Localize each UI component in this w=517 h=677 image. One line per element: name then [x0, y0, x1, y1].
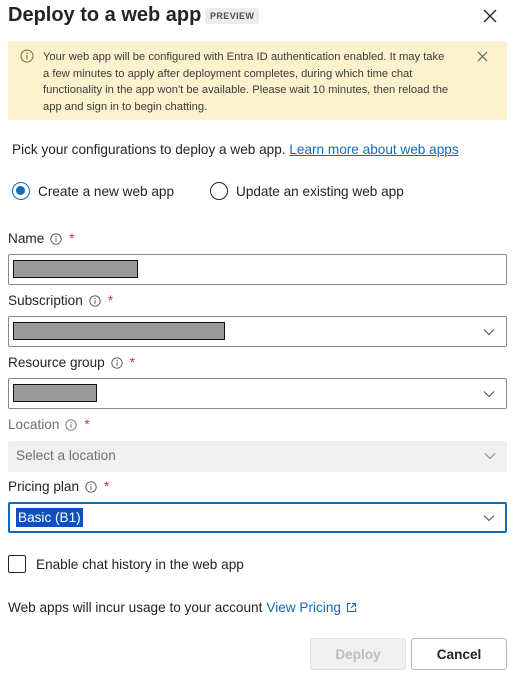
info-icon	[20, 49, 34, 63]
redacted-value	[13, 384, 97, 402]
required-asterisk: *	[84, 417, 90, 432]
location-label: Location *	[8, 417, 90, 432]
preview-badge: PREVIEW	[205, 8, 260, 24]
chevron-down-icon	[483, 329, 495, 336]
view-pricing-label: View Pricing	[266, 600, 341, 615]
location-label-text: Location	[8, 417, 60, 432]
name-label-text: Name	[8, 231, 45, 246]
info-icon[interactable]	[50, 232, 62, 245]
redacted-value	[13, 322, 225, 340]
banner-message: Your web app will be configured with Ent…	[43, 51, 449, 113]
dismiss-banner-button[interactable]	[473, 47, 491, 65]
redacted-value	[13, 260, 138, 278]
cancel-button[interactable]: Cancel	[411, 638, 507, 670]
location-dropdown: Select a location	[8, 441, 507, 472]
info-icon[interactable]	[111, 356, 123, 369]
radio-create-new-web-app[interactable]: Create a new web app	[12, 181, 174, 201]
warning-banner: Your web app will be configured with Ent…	[8, 41, 507, 120]
resource-group-label-text: Resource group	[8, 355, 105, 370]
close-button[interactable]	[478, 4, 502, 28]
required-asterisk: *	[104, 479, 110, 494]
view-pricing-link[interactable]: View Pricing	[266, 600, 357, 615]
subscription-label-text: Subscription	[8, 293, 83, 308]
intro-message: Pick your configurations to deploy a web…	[12, 142, 286, 157]
info-icon[interactable]	[85, 480, 97, 493]
chevron-down-icon	[483, 391, 495, 398]
pricing-plan-dropdown[interactable]: Basic (B1)	[8, 502, 507, 533]
learn-more-link[interactable]: Learn more about web apps	[289, 142, 458, 157]
location-placeholder: Select a location	[16, 448, 116, 463]
subscription-label: Subscription *	[8, 293, 113, 308]
deploy-button[interactable]: Deploy	[310, 638, 406, 670]
radio-label: Create a new web app	[38, 183, 175, 199]
required-asterisk: *	[107, 293, 114, 308]
close-icon	[477, 51, 487, 61]
chat-history-label: Enable chat history in the web app	[36, 556, 244, 572]
resource-group-dropdown[interactable]	[8, 378, 507, 409]
radio-update-existing-web-app[interactable]: Update an existing web app	[210, 181, 404, 201]
chevron-down-icon	[483, 515, 495, 522]
pricing-plan-label-text: Pricing plan	[8, 479, 80, 494]
info-icon[interactable]	[89, 294, 101, 307]
radio-unselected-indicator	[210, 182, 228, 200]
usage-note: Web apps will incur usage to your accoun…	[8, 600, 357, 615]
radio-selected-indicator	[12, 182, 30, 200]
required-asterisk: *	[129, 355, 136, 370]
radio-label: Update an existing web app	[236, 183, 404, 199]
subscription-dropdown[interactable]	[8, 316, 507, 347]
name-input[interactable]	[8, 254, 507, 285]
chat-history-checkbox[interactable]: Enable chat history in the web app	[8, 555, 244, 573]
pricing-plan-label: Pricing plan *	[8, 479, 109, 494]
checkbox-box	[8, 555, 26, 573]
external-link-icon	[346, 603, 356, 612]
resource-group-label: Resource group *	[8, 355, 135, 370]
intro-text: Pick your configurations to deploy a web…	[12, 142, 459, 157]
dialog-title: Deploy to a web app	[8, 4, 202, 26]
pricing-plan-value: Basic (B1)	[16, 508, 83, 527]
name-label: Name *	[8, 231, 75, 246]
info-icon[interactable]	[65, 418, 78, 431]
chevron-down-icon	[484, 453, 496, 460]
close-icon	[483, 9, 497, 23]
required-asterisk: *	[69, 231, 75, 246]
usage-text: Web apps will incur usage to your accoun…	[8, 600, 263, 615]
